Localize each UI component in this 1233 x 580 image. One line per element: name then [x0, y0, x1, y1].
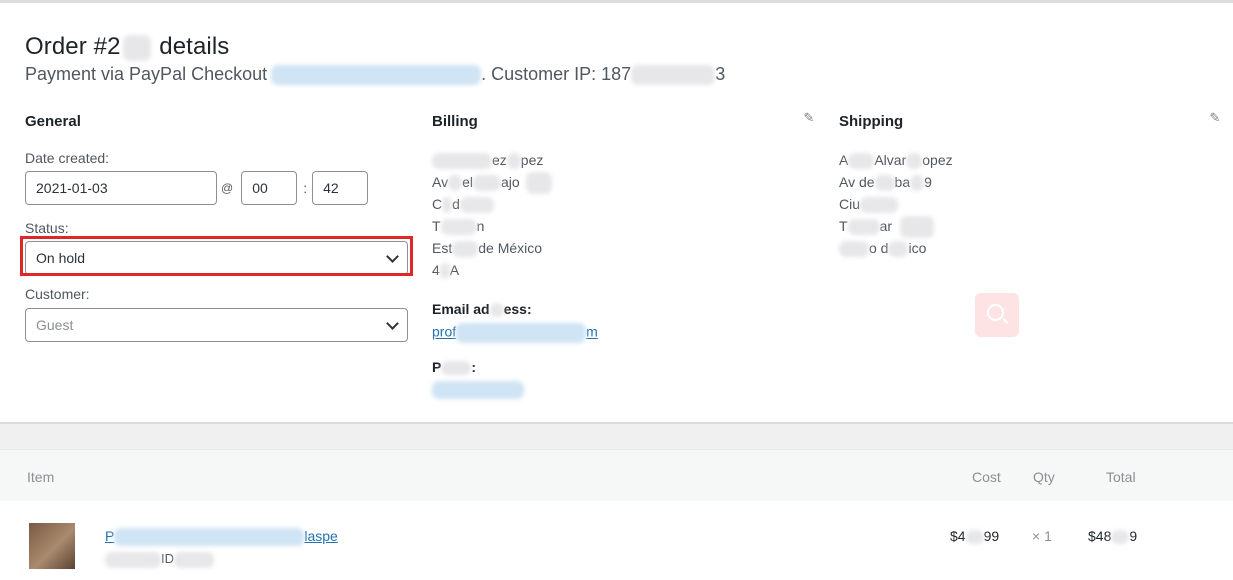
item-total: $48 9	[1088, 528, 1138, 545]
minute-input[interactable]: 42	[312, 171, 369, 205]
column-header-item[interactable]: Item	[27, 469, 54, 485]
column-header-total[interactable]: Total	[1106, 469, 1136, 485]
table-row: Plaspe ID $4 99 × 1 $48 9	[0, 501, 1233, 580]
date-created-input[interactable]: 2021-01-03	[25, 171, 217, 205]
order-items-table: Item Cost Qty Total Plaspe ID $4 99 × 1 $…	[0, 449, 1233, 580]
product-name-link[interactable]: Plaspe	[105, 528, 338, 547]
product-thumbnail[interactable]	[29, 523, 75, 569]
product-id: ID	[105, 551, 214, 568]
column-header-cost[interactable]: Cost	[972, 469, 1001, 485]
at-symbol: @	[221, 181, 234, 195]
status-label: Status:	[25, 220, 69, 236]
order-payment-info: Payment via PayPal Checkout. Customer IP…	[25, 64, 726, 86]
date-created-label: Date created:	[25, 150, 110, 166]
billing-address: ez pez Av el ajo Cd Tn Est de México 4A	[432, 149, 552, 281]
shipping-section: Shipping ✎ A Alvar opez Av de ba 9 Ciu Tar o…	[839, 111, 1224, 258]
time-colon: :	[303, 180, 308, 196]
hour-input[interactable]: 00	[241, 171, 298, 205]
search-icon[interactable]	[975, 293, 1019, 337]
order-title: Order #2 details	[25, 33, 230, 61]
order-data-panel: Order #2 details Payment via PayPal Chec…	[0, 3, 1233, 424]
customer-select-value: Guest	[36, 317, 74, 333]
shipping-address: A Alvar opez Av de ba 9 Ciu Tar o d ico	[839, 152, 953, 258]
shipping-heading: Shipping	[839, 113, 904, 130]
general-heading: General	[25, 113, 81, 130]
billing-email-link[interactable]: prof m	[432, 323, 598, 343]
item-qty: × 1	[1032, 528, 1052, 544]
general-section: General Date created: 2021-01-03 @ 00 : …	[20, 111, 413, 342]
customer-select[interactable]: Guest	[25, 308, 408, 342]
billing-phone-link[interactable]	[432, 381, 524, 400]
billing-heading: Billing	[432, 113, 478, 130]
items-table-header: Item Cost Qty Total	[0, 449, 1233, 501]
billing-email-label: Email ad ess:	[432, 301, 532, 318]
date-created-row: 2021-01-03 @ 00 : 42	[25, 171, 369, 205]
chevron-down-icon	[386, 317, 399, 330]
billing-phone-label: P:	[432, 359, 477, 376]
billing-section: Billing ✎ ez pez Av el ajo Cd Tn Est de Méxi…	[432, 111, 817, 400]
customer-label: Customer:	[25, 286, 90, 302]
pencil-icon[interactable]: ✎	[802, 111, 816, 125]
status-highlight-box	[20, 236, 413, 276]
column-header-qty[interactable]: Qty	[1033, 469, 1055, 485]
item-cost: $4 99	[950, 528, 1000, 545]
pencil-icon[interactable]: ✎	[1208, 111, 1222, 125]
